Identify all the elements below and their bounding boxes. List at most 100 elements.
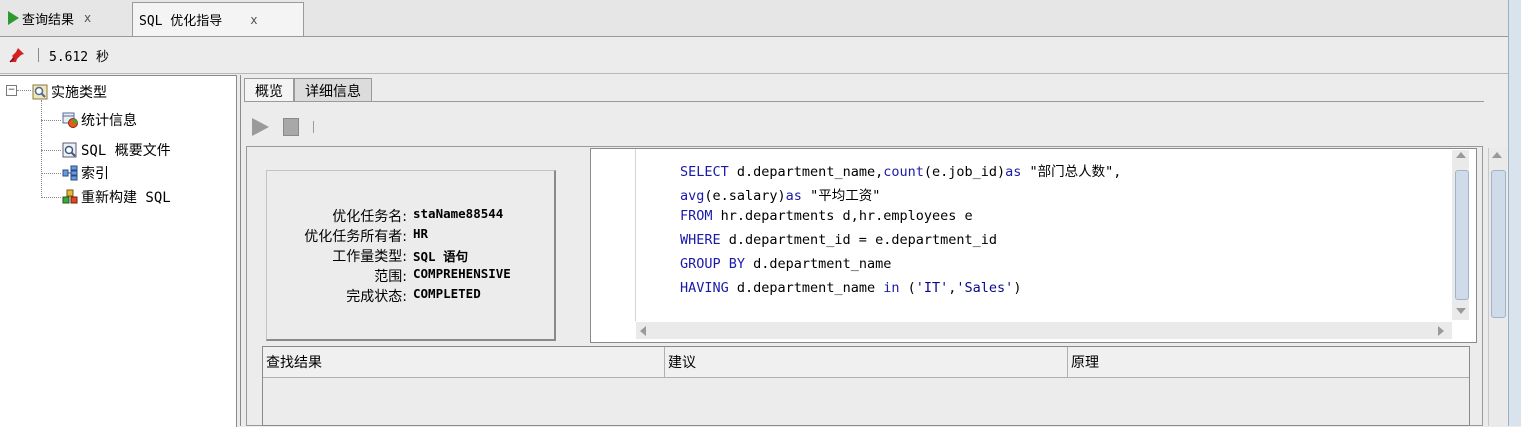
sql-line-5: GROUP BY d.department_name [680, 256, 891, 276]
sql-text: (e.job_id) [923, 164, 1006, 180]
tree-connector [41, 100, 42, 198]
sql-profile-icon [62, 142, 77, 158]
sql-keyword: FROM [680, 208, 713, 224]
sql-vertical-scroll-thumb[interactable] [1455, 170, 1469, 300]
sql-line-3: FROM hr.departments d,hr.employees e [680, 208, 973, 228]
elapsed-time: 5.612 秒 [49, 49, 109, 65]
sql-text: "部门总人数", [1021, 164, 1122, 180]
rebuild-sql-icon [62, 189, 78, 204]
sql-line-4: WHERE d.department_id = e.department_id [680, 232, 997, 252]
sql-line-1: SELECT d.department_name,count(e.job_id)… [680, 160, 1121, 180]
summary-value: COMPREHENSIVE [413, 266, 511, 281]
sql-text: d.department_name [745, 256, 892, 272]
tree-connector [41, 150, 61, 151]
tab-label: SQL 优化指导 [139, 14, 223, 29]
sql-text: d.department_id = e.department_id [720, 232, 997, 248]
close-icon[interactable]: x [84, 11, 91, 25]
pin-icon[interactable] [8, 46, 26, 64]
tab-query-results[interactable]: 查询结果 x [2, 3, 130, 33]
summary-row-workload-type: 工作量类型: SQL 语句 [267, 246, 557, 265]
summary-value: staName88544 [413, 206, 504, 221]
sql-keyword: GROUP BY [680, 256, 746, 272]
tree-item-index[interactable]: 索引 [62, 162, 109, 184]
summary-label: 完成状态: [346, 289, 407, 305]
overview-toolbar [252, 114, 314, 140]
column-header-recommendation[interactable]: 建议 [665, 347, 1068, 377]
tab-overview[interactable]: 概览 [244, 78, 294, 102]
tree-item-rebuild-sql[interactable]: 重新构建 SQL [62, 186, 171, 208]
play-icon[interactable] [252, 118, 269, 136]
sql-text: ( [899, 280, 916, 296]
scroll-up-icon[interactable] [1492, 152, 1502, 158]
sql-text: d.department_name, [728, 164, 884, 180]
sql-text: d.department_name [728, 280, 884, 296]
toolbar-separator [313, 121, 314, 133]
task-summary-box: 优化任务名: staName88544 优化任务所有者: HR 工作量类型: S… [266, 170, 556, 341]
sql-keyword: SELECT [680, 164, 729, 180]
sql-keyword: count [883, 164, 924, 180]
tree-connector [41, 197, 61, 198]
summary-label: 优化任务所有者: [304, 229, 407, 245]
sql-string: 'IT' [915, 280, 949, 296]
tree-item-label: 实施类型 [51, 85, 107, 101]
sql-horizontal-scrollbar[interactable] [636, 322, 1452, 339]
detail-tab-bar: 概览 详细信息 [244, 78, 372, 102]
panel-vertical-scroll-thumb[interactable] [1491, 170, 1506, 318]
tab-sql-tuning-advisor[interactable]: SQL 优化指导 x [132, 2, 304, 36]
column-header-rationale[interactable]: 原理 [1068, 347, 1468, 377]
index-icon [62, 165, 78, 181]
tree-connector [41, 173, 61, 174]
search-report-icon [32, 84, 48, 100]
sql-text: hr.departments d,hr.employees e [712, 208, 973, 224]
summary-label: 优化任务名: [332, 209, 407, 225]
window-border [1508, 0, 1521, 426]
summary-row-task-name: 优化任务名: staName88544 [267, 206, 557, 225]
sql-keyword: HAVING [680, 280, 729, 296]
tree-item-sql-profile[interactable]: SQL 概要文件 [62, 139, 171, 161]
document-icon[interactable] [283, 118, 299, 136]
summary-value: COMPLETED [413, 286, 481, 301]
tree-item-label: 重新构建 SQL [81, 190, 171, 206]
tree-item-implementation-type[interactable]: 实施类型 [32, 81, 107, 103]
status-toolbar: 5.612 秒 [0, 37, 1521, 74]
summary-value: HR [413, 226, 429, 241]
collapse-toggle-icon[interactable]: − [6, 85, 17, 96]
sql-string: 'Sales' [956, 280, 1014, 296]
sql-text: ) [1013, 280, 1022, 296]
summary-value: SQL 语句 [413, 249, 469, 264]
tab-label: 查询结果 [22, 12, 75, 28]
scroll-up-icon[interactable] [1456, 152, 1466, 158]
sql-keyword: in [883, 280, 900, 296]
toolbar-separator [38, 48, 39, 62]
close-icon[interactable]: x [250, 13, 257, 27]
findings-table-header: 查找结果 建议 原理 [263, 347, 1469, 378]
sql-keyword: WHERE [680, 232, 721, 248]
summary-row-task-owner: 优化任务所有者: HR [267, 226, 557, 245]
implementation-type-tree: − 实施类型 统计信息 SQL 概要文件 索引 重新构建 SQL [0, 75, 237, 427]
scroll-right-icon[interactable] [1438, 326, 1444, 336]
summary-row-scope: 范围: COMPREHENSIVE [267, 266, 557, 285]
sql-text: "平均工资" [801, 188, 881, 204]
column-header-findings[interactable]: 查找结果 [263, 347, 665, 377]
tree-item-label: 索引 [81, 166, 109, 182]
summary-label: 工作量类型: [332, 249, 407, 265]
tree-item-label: 统计信息 [81, 113, 137, 129]
scroll-down-icon[interactable] [1456, 308, 1466, 314]
tab-details[interactable]: 详细信息 [294, 78, 372, 102]
run-icon [8, 11, 19, 25]
tree-connector [17, 90, 31, 91]
summary-row-status: 完成状态: COMPLETED [267, 286, 557, 305]
sql-line-6: HAVING d.department_name in ('IT','Sales… [680, 280, 1021, 300]
tree-item-statistics[interactable]: 统计信息 [62, 109, 137, 131]
sql-line-gutter [591, 149, 636, 321]
scroll-left-icon[interactable] [640, 326, 646, 336]
sql-line-2: avg(e.salary)as "平均工资" [680, 184, 880, 204]
sql-keyword: as [1005, 164, 1022, 180]
sql-text: (e.salary) [704, 188, 786, 204]
sql-keyword: avg [680, 188, 705, 204]
sql-keyword: as [785, 188, 802, 204]
tab-divider [244, 101, 1484, 102]
summary-label: 范围: [374, 269, 407, 285]
tree-item-label: SQL 概要文件 [81, 143, 171, 159]
tree-connector [41, 120, 61, 121]
